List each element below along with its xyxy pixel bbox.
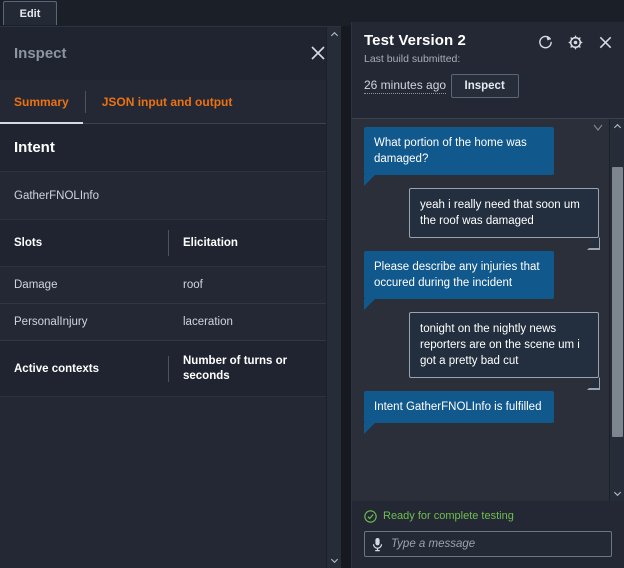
close-icon[interactable] bbox=[308, 43, 328, 63]
bot-message-bubble: What portion of the home was damaged? bbox=[364, 127, 554, 175]
inspect-panel-tabs: Summary JSON input and output bbox=[0, 80, 341, 124]
intent-name-row: GatherFNOLInfo bbox=[0, 172, 341, 220]
list-item: What portion of the home was damaged? bbox=[364, 127, 554, 175]
list-item: yeah i really need that soon um the roof… bbox=[409, 188, 599, 238]
turns-seconds-column-header: Number of turns or seconds bbox=[169, 354, 289, 384]
slot-elicitation: roof bbox=[169, 279, 203, 291]
tab-divider bbox=[85, 91, 86, 113]
inspect-panel-title: Inspect bbox=[14, 45, 67, 62]
message-input-placeholder: Type a message bbox=[391, 538, 475, 550]
list-item: tonight on the nightly news reporters ar… bbox=[409, 312, 599, 378]
chat-message-list: What portion of the home was damaged? ye… bbox=[352, 119, 609, 501]
intent-section-title: Intent bbox=[0, 124, 341, 172]
edit-tab[interactable]: Edit bbox=[3, 1, 57, 25]
inspect-panel-body: Intent GatherFNOLInfo Slots Elicitation … bbox=[0, 124, 341, 568]
list-item: Please describe any injuries that occure… bbox=[364, 251, 554, 299]
bot-message-bubble: Intent GatherFNOLInfo is fulfilled bbox=[364, 391, 554, 423]
tab-summary-label: Summary bbox=[14, 95, 69, 109]
chat-scrollbar[interactable] bbox=[609, 119, 624, 501]
last-build-label: Last build submitted: bbox=[364, 53, 612, 65]
message-input-wrap: Type a message bbox=[352, 531, 624, 557]
check-circle-icon bbox=[364, 510, 377, 523]
inspect-panel: Inspect Summary JSON input and output In… bbox=[0, 26, 341, 568]
message-input[interactable]: Type a message bbox=[364, 531, 612, 557]
table-row: PersonalInjury laceration bbox=[0, 304, 341, 341]
elicitation-column-header: Elicitation bbox=[169, 236, 238, 251]
test-panel: Test Version 2 Last build submitted: 26 … bbox=[351, 22, 624, 568]
slots-column-header: Slots bbox=[0, 237, 168, 249]
chat-transcript: What portion of the home was damaged? ye… bbox=[352, 118, 624, 501]
tab-summary[interactable]: Summary bbox=[0, 80, 83, 124]
last-build-time[interactable]: 26 minutes ago bbox=[364, 78, 446, 94]
test-panel-header-actions bbox=[537, 34, 614, 51]
table-row: Damage roof bbox=[0, 267, 341, 304]
slot-name: Damage bbox=[0, 279, 169, 291]
inspect-panel-header: Inspect bbox=[0, 27, 341, 80]
app-root: Edit Inspect Summary JSON input and outp… bbox=[0, 0, 624, 568]
scroll-up-icon[interactable] bbox=[610, 119, 624, 134]
scroll-down-icon[interactable] bbox=[327, 553, 341, 568]
intent-name-value: GatherFNOLInfo bbox=[14, 190, 99, 202]
chat-scrollbar-thumb[interactable] bbox=[612, 167, 623, 437]
close-icon[interactable] bbox=[597, 34, 614, 51]
list-item: Intent GatherFNOLInfo is fulfilled bbox=[364, 391, 554, 423]
status-badge: Ready for complete testing bbox=[383, 510, 514, 522]
scroll-up-icon[interactable] bbox=[327, 27, 341, 42]
user-message-bubble: tonight on the nightly news reporters ar… bbox=[409, 312, 599, 378]
inspect-panel-scrollbar[interactable] bbox=[326, 27, 341, 568]
inspect-button[interactable]: Inspect bbox=[451, 74, 519, 98]
test-panel-header: Test Version 2 Last build submitted: 26 … bbox=[352, 22, 624, 118]
tab-json-input-output[interactable]: JSON input and output bbox=[88, 80, 247, 124]
active-contexts-column-header: Active contexts bbox=[0, 363, 168, 375]
gear-icon[interactable] bbox=[567, 34, 584, 51]
slots-table-header: Slots Elicitation bbox=[0, 220, 341, 267]
tab-json-label: JSON input and output bbox=[102, 95, 233, 109]
slot-name: PersonalInjury bbox=[0, 316, 169, 328]
slot-elicitation: laceration bbox=[169, 316, 233, 328]
contexts-table-header: Active contexts Number of turns or secon… bbox=[0, 341, 341, 397]
refresh-icon[interactable] bbox=[537, 34, 554, 51]
edit-tab-label: Edit bbox=[20, 8, 41, 20]
scroll-down-icon[interactable] bbox=[610, 486, 624, 501]
inspect-button-label: Inspect bbox=[465, 80, 505, 92]
microphone-icon[interactable] bbox=[371, 537, 384, 552]
status-bar: Ready for complete testing bbox=[352, 501, 624, 531]
user-message-bubble: yeah i really need that soon um the roof… bbox=[409, 188, 599, 238]
bot-message-bubble: Please describe any injuries that occure… bbox=[364, 251, 554, 299]
